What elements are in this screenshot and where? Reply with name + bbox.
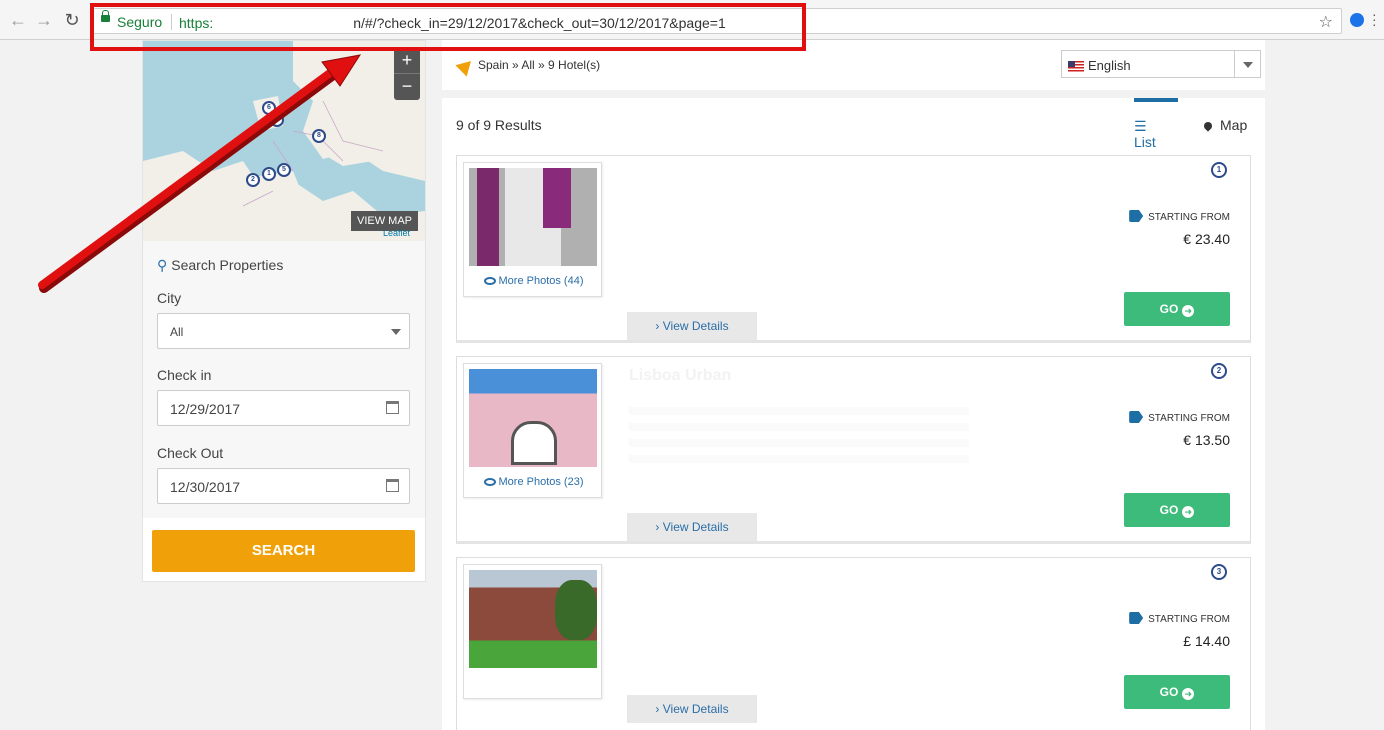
annotation-arrow [38,54,362,293]
